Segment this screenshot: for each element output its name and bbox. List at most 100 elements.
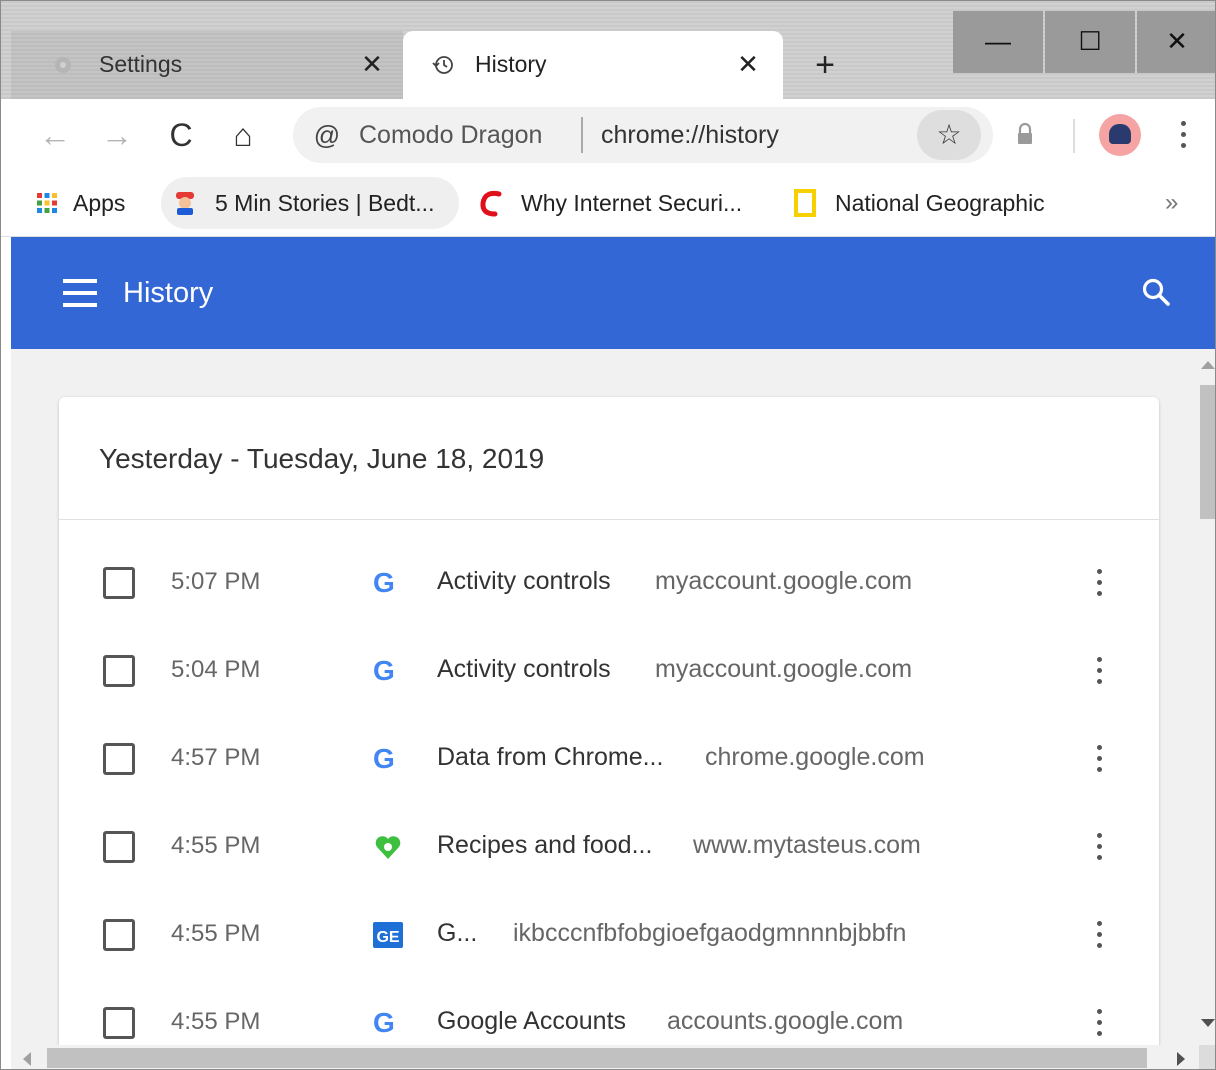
scroll-right-arrow-icon[interactable] [1177,1052,1185,1066]
row-checkbox[interactable] [103,743,135,775]
more-actions-button[interactable] [1087,1005,1111,1041]
history-header: History [11,237,1215,349]
back-button[interactable]: ← [35,115,75,155]
row-checkbox[interactable] [103,655,135,687]
more-actions-button[interactable] [1087,565,1111,601]
entry-title-link[interactable]: G... [437,919,477,948]
visit-time: 4:55 PM [171,920,261,947]
divider [581,117,583,153]
visit-time: 4:55 PM [171,832,261,859]
scroll-up-arrow-icon[interactable] [1201,361,1215,369]
google-icon: G [373,655,395,686]
close-tab-icon[interactable]: ✕ [357,49,387,79]
scrollbar-corner [1199,1045,1215,1069]
entry-title-link[interactable]: Recipes and food... [437,831,652,860]
history-row[interactable]: 5:04 PM G Activity controls myaccount.go… [59,627,1159,715]
bookmark-national-geographic[interactable]: National Geographic [789,177,1045,229]
bookmark-label: 5 Min Stories | Bedt... [215,189,435,216]
natgeo-icon [794,189,816,217]
menu-icon[interactable] [63,279,97,307]
day-heading: Yesterday - Tuesday, June 18, 2019 [99,443,545,474]
history-day-card: Yesterday - Tuesday, June 18, 2019 5:07 … [59,397,1159,1045]
row-checkbox[interactable] [103,831,135,863]
minimize-button[interactable]: — [953,11,1043,73]
entry-domain[interactable]: myaccount.google.com [655,655,912,684]
history-row[interactable]: 5:07 PM G Activity controls myaccount.go… [59,539,1159,627]
google-icon: G [373,1007,395,1038]
more-actions-button[interactable] [1087,653,1111,689]
browser-window: Settings ✕ History ✕ + — ☐ ✕ ← → C ⌂ @ C… [0,0,1216,1070]
bookmarks-overflow-button[interactable]: » [1165,189,1178,217]
tab-title: Settings [99,51,183,77]
bookmark-label: Why Internet Securi... [521,189,743,216]
ge-icon: GE [373,922,403,948]
entry-title-link[interactable]: Data from Chrome... [437,743,663,772]
google-icon: G [373,743,395,774]
site-name: Comodo Dragon [359,121,543,149]
scroll-down-arrow-icon[interactable] [1201,1019,1215,1027]
entry-domain[interactable]: ikbcccnfbfobgioefgaodgmnnnbjbbfn [513,919,906,948]
apps-grid-icon [37,193,57,213]
bookmark-star-button[interactable]: ☆ [917,110,981,160]
address-bar[interactable]: @ Comodo Dragon chrome://history ☆ [293,107,993,163]
toolbar: ← → C ⌂ @ Comodo Dragon chrome://history… [1,99,1215,171]
history-content: Yesterday - Tuesday, June 18, 2019 5:07 … [11,349,1199,1045]
scroll-left-arrow-icon[interactable] [23,1052,31,1066]
more-actions-button[interactable] [1087,829,1111,865]
entry-title-link[interactable]: Activity controls [437,567,611,596]
close-window-button[interactable]: ✕ [1137,11,1215,73]
new-tab-button[interactable]: + [807,47,843,83]
row-checkbox[interactable] [103,567,135,599]
history-row[interactable]: 4:57 PM G Data from Chrome... chrome.goo… [59,715,1159,803]
comodo-dragon-icon: @ [313,120,341,150]
entry-domain[interactable]: myaccount.google.com [655,567,912,596]
vertical-scrollbar[interactable] [1199,349,1215,1045]
comodo-c-icon [480,190,502,217]
entry-domain[interactable]: www.mytasteus.com [693,831,921,860]
bookmark-label: Apps [73,189,126,216]
entry-title-link[interactable]: Google Accounts [437,1007,626,1036]
google-icon: G [373,567,395,598]
history-row[interactable]: 4:55 PM G Google Accounts accounts.googl… [59,979,1159,1045]
entry-domain[interactable]: accounts.google.com [667,1007,903,1036]
mario-icon [176,192,194,215]
entry-title-link[interactable]: Activity controls [437,655,611,684]
reload-button[interactable]: C [161,115,201,155]
history-row[interactable]: 4:55 PM Recipes and food... www.mytasteu… [59,803,1159,891]
more-actions-button[interactable] [1087,917,1111,953]
avatar-icon [1109,124,1131,144]
maximize-button[interactable]: ☐ [1045,11,1135,73]
profile-avatar[interactable] [1099,114,1141,156]
bookmark-why-internet-security[interactable]: Why Internet Securi... [475,177,742,229]
visit-time: 5:07 PM [171,568,261,595]
horizontal-scroll-thumb[interactable] [47,1048,1147,1068]
divider [1073,119,1075,153]
tab-settings[interactable]: Settings ✕ [11,31,403,99]
bookmark-5-min-stories[interactable]: 5 Min Stories | Bedt... [161,177,459,229]
lock-icon[interactable] [1011,121,1039,149]
tab-title: History [475,51,547,77]
visit-time: 4:55 PM [171,1008,261,1035]
heart-icon [375,836,401,859]
bookmarks-bar: Apps 5 Min Stories | Bedt... Why Interne… [1,171,1215,237]
visit-time: 5:04 PM [171,656,261,683]
tab-strip: Settings ✕ History ✕ + — ☐ ✕ [1,1,1215,99]
history-row[interactable]: 4:55 PM GE G... ikbcccnfbfobgioefgaodgmn… [59,891,1159,979]
entry-domain[interactable]: chrome.google.com [705,743,925,772]
close-tab-icon[interactable]: ✕ [733,49,763,79]
home-button[interactable]: ⌂ [223,115,263,155]
bookmark-label: National Geographic [835,189,1045,216]
svg-text:GE: GE [376,929,399,946]
forward-button[interactable]: → [97,115,137,155]
visit-time: 4:57 PM [171,744,261,771]
url-text[interactable]: chrome://history [601,121,779,150]
row-checkbox[interactable] [103,919,135,951]
tab-history[interactable]: History ✕ [403,31,783,99]
search-icon[interactable] [1139,275,1173,309]
browser-menu-button[interactable] [1171,117,1195,153]
row-checkbox[interactable] [103,1007,135,1039]
horizontal-scrollbar[interactable] [11,1045,1199,1069]
vertical-scroll-thumb[interactable] [1200,385,1215,519]
bookmark-apps[interactable]: Apps [31,177,125,229]
more-actions-button[interactable] [1087,741,1111,777]
